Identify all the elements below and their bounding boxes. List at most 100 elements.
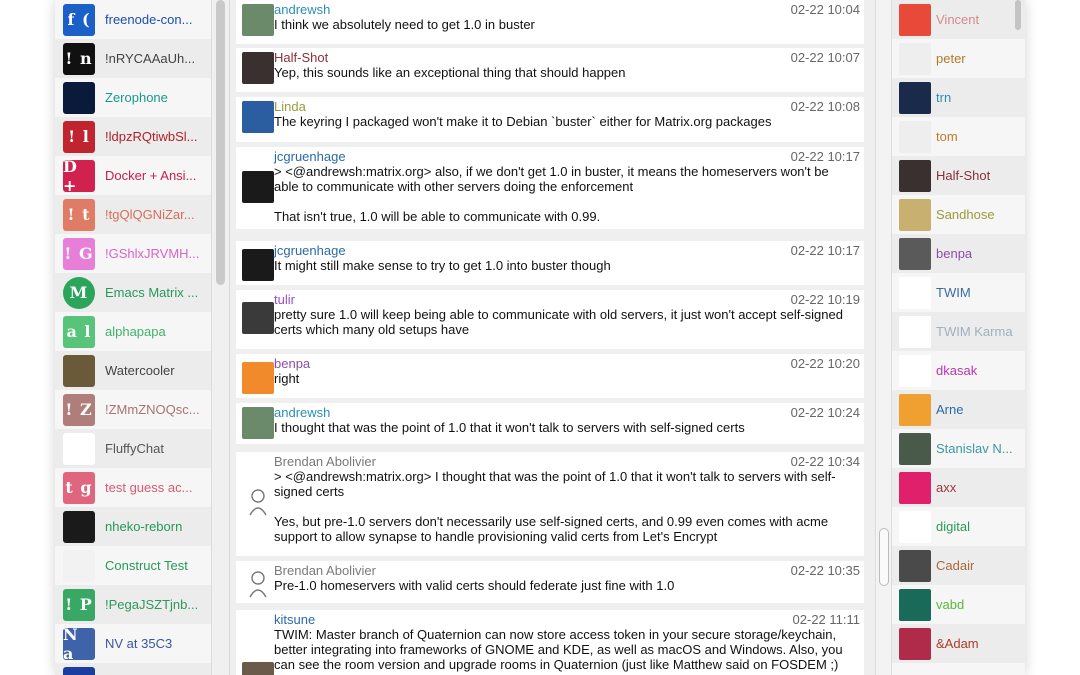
sender-avatar[interactable]	[242, 407, 274, 439]
member-name: peter	[936, 51, 966, 66]
member-item[interactable]: Vincent	[892, 0, 1025, 39]
member-item[interactable]: peter	[892, 39, 1025, 78]
room-name: !ZMmZNOQsc...	[105, 402, 200, 417]
message-item[interactable]: tulir 02-22 10:19 pretty sure 1.0 will kee…	[236, 290, 864, 349]
member-item[interactable]: Arne	[892, 390, 1025, 429]
member-item[interactable]: TWIM Karma	[892, 312, 1025, 351]
sender-name[interactable]: andrewsh	[274, 405, 330, 420]
member-avatar	[899, 510, 931, 543]
sender-name[interactable]: Linda	[274, 99, 306, 114]
message-item[interactable]: andrewsh 02-22 10:04 I think we absolutely…	[236, 0, 864, 44]
room-item[interactable]: Zerophone	[55, 78, 211, 117]
room-item[interactable]: a l alphapapa	[55, 312, 211, 351]
member-item[interactable]: dkasak	[892, 351, 1025, 390]
sender-name[interactable]: benpa	[274, 356, 310, 371]
room-item[interactable]: D + Docker + Ansi...	[55, 156, 211, 195]
sender-avatar[interactable]	[242, 302, 274, 334]
room-item[interactable]	[55, 663, 211, 675]
message-item[interactable]: kitsune 02-22 11:11 TWIM: Master branch of…	[236, 610, 864, 675]
sender-avatar[interactable]	[242, 485, 274, 517]
room-list-scrollbar[interactable]	[212, 0, 230, 675]
sender-name[interactable]: Brendan Abolivier	[274, 563, 376, 578]
room-item[interactable]: f (freenode-con...	[55, 0, 211, 39]
room-name: Construct Test	[105, 558, 188, 573]
sender-name[interactable]: jcgruenhage	[274, 149, 346, 164]
message-item[interactable]: Linda 02-22 10:08 The keyring I packaged w…	[236, 97, 864, 142]
member-item[interactable]: tom	[892, 117, 1025, 156]
message-item[interactable]: benpa 02-22 10:20 right	[236, 354, 864, 398]
message-timestamp: 02-22 10:17	[790, 149, 860, 164]
room-item[interactable]: ! n !nRYCAAaUh...	[55, 39, 211, 78]
room-item[interactable]: M Emacs Matrix ...	[55, 273, 211, 312]
sender-avatar[interactable]	[242, 171, 274, 203]
member-avatar	[899, 159, 931, 192]
member-item[interactable]: axx	[892, 468, 1025, 507]
member-name: Vincent	[936, 12, 980, 27]
room-item[interactable]: ! t !tgQlQGNiZar...	[55, 195, 211, 234]
member-list-scroll-thumb[interactable]	[1015, 0, 1021, 30]
sender-name[interactable]: kitsune	[274, 612, 315, 627]
timeline-scroll-thumb[interactable]	[879, 528, 889, 586]
message-timestamp: 02-22 10:20	[790, 356, 860, 371]
room-name: !GShlxJRVMH...	[105, 246, 200, 261]
member-item[interactable]: benpa	[892, 234, 1025, 273]
member-avatar	[899, 237, 931, 270]
message-item[interactable]: andrewsh 02-22 10:24 I thought that was th…	[236, 403, 864, 444]
member-item[interactable]: digital	[892, 507, 1025, 546]
room-item[interactable]: FluffyChat	[55, 429, 211, 468]
member-name: Cadair	[936, 558, 975, 573]
room-item[interactable]: Watercooler	[55, 351, 211, 390]
message-timestamp: 02-22 10:24	[790, 405, 860, 420]
sender-avatar[interactable]	[242, 662, 274, 675]
message-body: I think we absolutely need to get 1.0 in…	[274, 17, 535, 32]
sender-name[interactable]: jcgruenhage	[274, 243, 346, 258]
member-list[interactable]: Vincent peter trn tom Half-Shot Sandhose benpa…	[891, 0, 1025, 675]
room-name: Zerophone	[105, 90, 168, 105]
member-avatar	[899, 393, 931, 426]
room-avatar	[63, 549, 95, 582]
room-item[interactable]: nheko-reborn	[55, 507, 211, 546]
message-item[interactable]: Half-Shot 02-22 10:07 Yep, this sounds lik…	[236, 48, 864, 92]
member-item[interactable]: Cadair	[892, 546, 1025, 585]
message-body: > <@andrewsh:matrix.org> also, if we don…	[274, 164, 829, 224]
sender-name[interactable]: tulir	[274, 292, 295, 307]
message-item[interactable]: Brendan Abolivier 02-22 10:34 > <@andrewsh…	[236, 452, 864, 556]
member-item[interactable]: Half-Shot	[892, 156, 1025, 195]
room-list-scroll-thumb[interactable]	[216, 0, 225, 285]
member-item[interactable]: TWIM	[892, 273, 1025, 312]
member-item[interactable]: &Adam	[892, 624, 1025, 663]
member-item[interactable]: Sandhose	[892, 195, 1025, 234]
sender-avatar[interactable]	[242, 567, 274, 599]
sender-avatar[interactable]	[242, 101, 274, 133]
member-item[interactable]: trn	[892, 78, 1025, 117]
message-body: The keyring I packaged won't make it to …	[274, 114, 772, 129]
message-item[interactable]: Brendan Abolivier 02-22 10:35 Pre-1.0 home…	[236, 561, 864, 603]
room-item[interactable]: Construct Test	[55, 546, 211, 585]
sender-avatar[interactable]	[242, 249, 274, 281]
member-item[interactable]: Stanislav N...	[892, 429, 1025, 468]
member-name: Arne	[936, 402, 964, 417]
room-item[interactable]: ! Z !ZMmZNOQsc...	[55, 390, 211, 429]
member-avatar	[899, 315, 931, 348]
message-item[interactable]: jcgruenhage 02-22 10:17 > <@andrewsh:matri…	[236, 147, 864, 229]
room-list[interactable]: f (freenode-con... ! n !nRYCAAaUh... Zeroph…	[55, 0, 212, 675]
sender-name[interactable]: Half-Shot	[274, 50, 328, 65]
timeline-scrollbar[interactable]	[875, 0, 891, 675]
room-item[interactable]: ! P !PegaJSZTjnb...	[55, 585, 211, 624]
member-item[interactable]: vabd	[892, 585, 1025, 624]
sender-name[interactable]: Brendan Abolivier	[274, 454, 376, 469]
room-item[interactable]: ! G !GShlxJRVMH...	[55, 234, 211, 273]
room-item[interactable]: N a NV at 35C3	[55, 624, 211, 663]
sender-name[interactable]: andrewsh	[274, 2, 330, 17]
room-avatar: M	[63, 276, 95, 309]
message-item[interactable]: jcgruenhage 02-22 10:17 It might still mak…	[236, 241, 864, 285]
sender-avatar[interactable]	[242, 52, 274, 84]
message-timeline[interactable]: andrewsh 02-22 10:04 I think we absolutely…	[230, 0, 875, 675]
room-avatar	[63, 666, 95, 675]
room-item[interactable]: ! l !ldpzRQtiwbSl...	[55, 117, 211, 156]
room-avatar: ! G	[63, 237, 95, 270]
room-item[interactable]: t g test guess ac...	[55, 468, 211, 507]
sender-avatar[interactable]	[242, 4, 274, 36]
sender-avatar[interactable]	[242, 362, 274, 394]
message-body: TWIM: Master branch of Quaternion can no…	[274, 627, 847, 672]
